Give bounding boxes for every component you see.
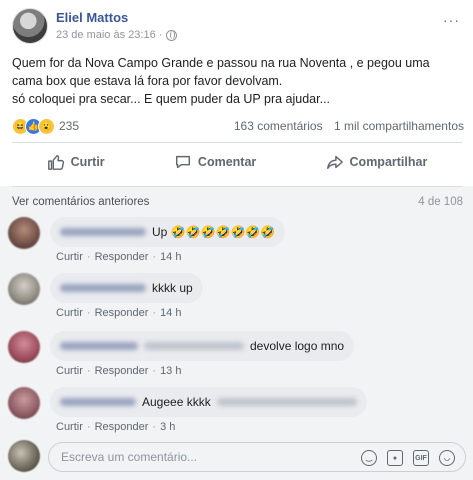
comment-reply-link[interactable]: Responder bbox=[95, 421, 149, 433]
commenter-name[interactable] bbox=[60, 284, 146, 292]
wow-reaction-icon[interactable]: 😮 bbox=[38, 117, 55, 135]
speech-bubble-icon bbox=[175, 155, 190, 169]
separator: · bbox=[86, 365, 91, 377]
comment-like-link[interactable]: Curtir bbox=[56, 421, 83, 433]
comment-input-icons: ‿ ● GIF ◡ bbox=[361, 450, 455, 466]
author-name[interactable]: Eliel Mattos bbox=[56, 10, 128, 25]
post-meta: 23 de maio às 23:16 · bbox=[56, 29, 178, 41]
comment-reply-link[interactable]: Responder bbox=[95, 365, 149, 377]
post-text: Quem for da Nova Campo Grande e passou n… bbox=[12, 54, 462, 108]
current-user-avatar[interactable] bbox=[8, 440, 40, 472]
comment-bubble: devolve logo mno bbox=[50, 331, 355, 361]
comment-like-link[interactable]: Curtir bbox=[56, 307, 83, 319]
avatar[interactable] bbox=[8, 331, 40, 363]
comment-reply-link[interactable]: Responder bbox=[95, 307, 149, 319]
comment-actions: Curtir · Responder · 3 h bbox=[56, 421, 175, 433]
comment-label: Comentar bbox=[197, 155, 257, 169]
post-time[interactable]: 23 de maio às 23:16 · bbox=[56, 29, 162, 41]
separator: · bbox=[152, 251, 157, 263]
comment-text: devolve logo mno bbox=[250, 339, 345, 353]
comment-text: Augeee kkkk bbox=[142, 395, 211, 409]
avatar[interactable] bbox=[8, 273, 40, 305]
share-arrow-icon bbox=[326, 155, 343, 170]
comment-time[interactable]: 13 h bbox=[160, 365, 181, 377]
post-actions: Curtir Comentar Compartilhar bbox=[12, 146, 462, 178]
separator: · bbox=[152, 365, 157, 377]
comment-bubble: Augeee kkkk bbox=[50, 387, 367, 417]
comment-button[interactable]: Comentar bbox=[174, 153, 256, 171]
comment-like-link[interactable]: Curtir bbox=[56, 365, 83, 377]
comment-bubble: Up 🤣🤣🤣🤣🤣🤣🤣 bbox=[50, 217, 286, 247]
separator: · bbox=[86, 251, 91, 263]
camera-icon[interactable]: ● bbox=[387, 450, 403, 466]
comment-actions: Curtir · Responder · 14 h bbox=[56, 251, 181, 263]
comment-text: Up 🤣🤣🤣🤣🤣🤣🤣 bbox=[152, 225, 276, 239]
divider bbox=[12, 186, 462, 187]
comment-reply-link[interactable]: Responder bbox=[95, 251, 149, 263]
share-button[interactable]: Compartilhar bbox=[326, 153, 428, 171]
smiley-icon[interactable]: ‿ bbox=[361, 450, 377, 466]
comment-bubble: kkkk up bbox=[50, 273, 203, 303]
facebook-post: Eliel Mattos 23 de maio às 23:16 · ··· Q… bbox=[0, 0, 473, 480]
post-text-line: cama box que estava lá fora por favor de… bbox=[12, 74, 283, 88]
engagement-counts: 163 comentários 1 mil compartilhamentos bbox=[234, 119, 464, 133]
thumbs-up-icon bbox=[47, 154, 64, 170]
separator: · bbox=[86, 307, 91, 319]
divider bbox=[12, 142, 462, 143]
more-options-icon[interactable]: ··· bbox=[443, 12, 460, 28]
reactions-bar: 😆 👍 😮 235 163 comentários 1 mil comparti… bbox=[12, 116, 464, 136]
write-comment-box: Escreva um comentário... ‿ ● GIF ◡ bbox=[8, 440, 468, 474]
post-header: Eliel Mattos 23 de maio às 23:16 · ··· bbox=[12, 8, 462, 48]
comment-time[interactable]: 14 h bbox=[160, 307, 181, 319]
tagged-name[interactable] bbox=[216, 398, 357, 406]
view-previous-comments-link[interactable]: Ver comentários anteriores bbox=[12, 196, 149, 208]
commenter-name[interactable] bbox=[60, 398, 136, 406]
author-avatar[interactable] bbox=[12, 8, 48, 44]
comment-input-placeholder: Escreva um comentário... bbox=[61, 450, 198, 464]
commenter-name[interactable] bbox=[60, 342, 138, 350]
share-label: Compartilhar bbox=[349, 155, 428, 169]
like-button[interactable]: Curtir bbox=[47, 153, 105, 171]
separator: · bbox=[152, 307, 157, 319]
comment-actions: Curtir · Responder · 14 h bbox=[56, 307, 181, 319]
comment-text: kkkk up bbox=[152, 281, 193, 295]
avatar[interactable] bbox=[8, 387, 40, 419]
separator: · bbox=[152, 421, 157, 433]
commenter-name[interactable] bbox=[60, 228, 146, 236]
reaction-count[interactable]: 235 bbox=[59, 119, 79, 133]
comment-time[interactable]: 14 h bbox=[160, 251, 181, 263]
comments-pagination: 4 de 108 bbox=[418, 196, 463, 208]
comment-like-link[interactable]: Curtir bbox=[56, 251, 83, 263]
shares-count[interactable]: 1 mil compartilhamentos bbox=[334, 119, 464, 133]
sticker-icon[interactable]: ◡ bbox=[439, 450, 455, 466]
post-text-line: Quem for da Nova Campo Grande e passou n… bbox=[12, 56, 430, 70]
like-label: Curtir bbox=[70, 155, 105, 169]
post-text-line: só coloquei pra secar... E quem puder da… bbox=[12, 92, 331, 106]
globe-icon bbox=[166, 29, 178, 41]
tagged-name[interactable] bbox=[144, 342, 244, 350]
avatar[interactable] bbox=[8, 217, 40, 249]
comment-time[interactable]: 3 h bbox=[160, 421, 175, 433]
comments-count[interactable]: 163 comentários bbox=[234, 119, 323, 133]
comment-actions: Curtir · Responder · 13 h bbox=[56, 365, 181, 377]
comment-input[interactable]: Escreva um comentário... ‿ ● GIF ◡ bbox=[48, 442, 466, 472]
separator: · bbox=[86, 421, 91, 433]
gif-icon[interactable]: GIF bbox=[413, 450, 429, 466]
